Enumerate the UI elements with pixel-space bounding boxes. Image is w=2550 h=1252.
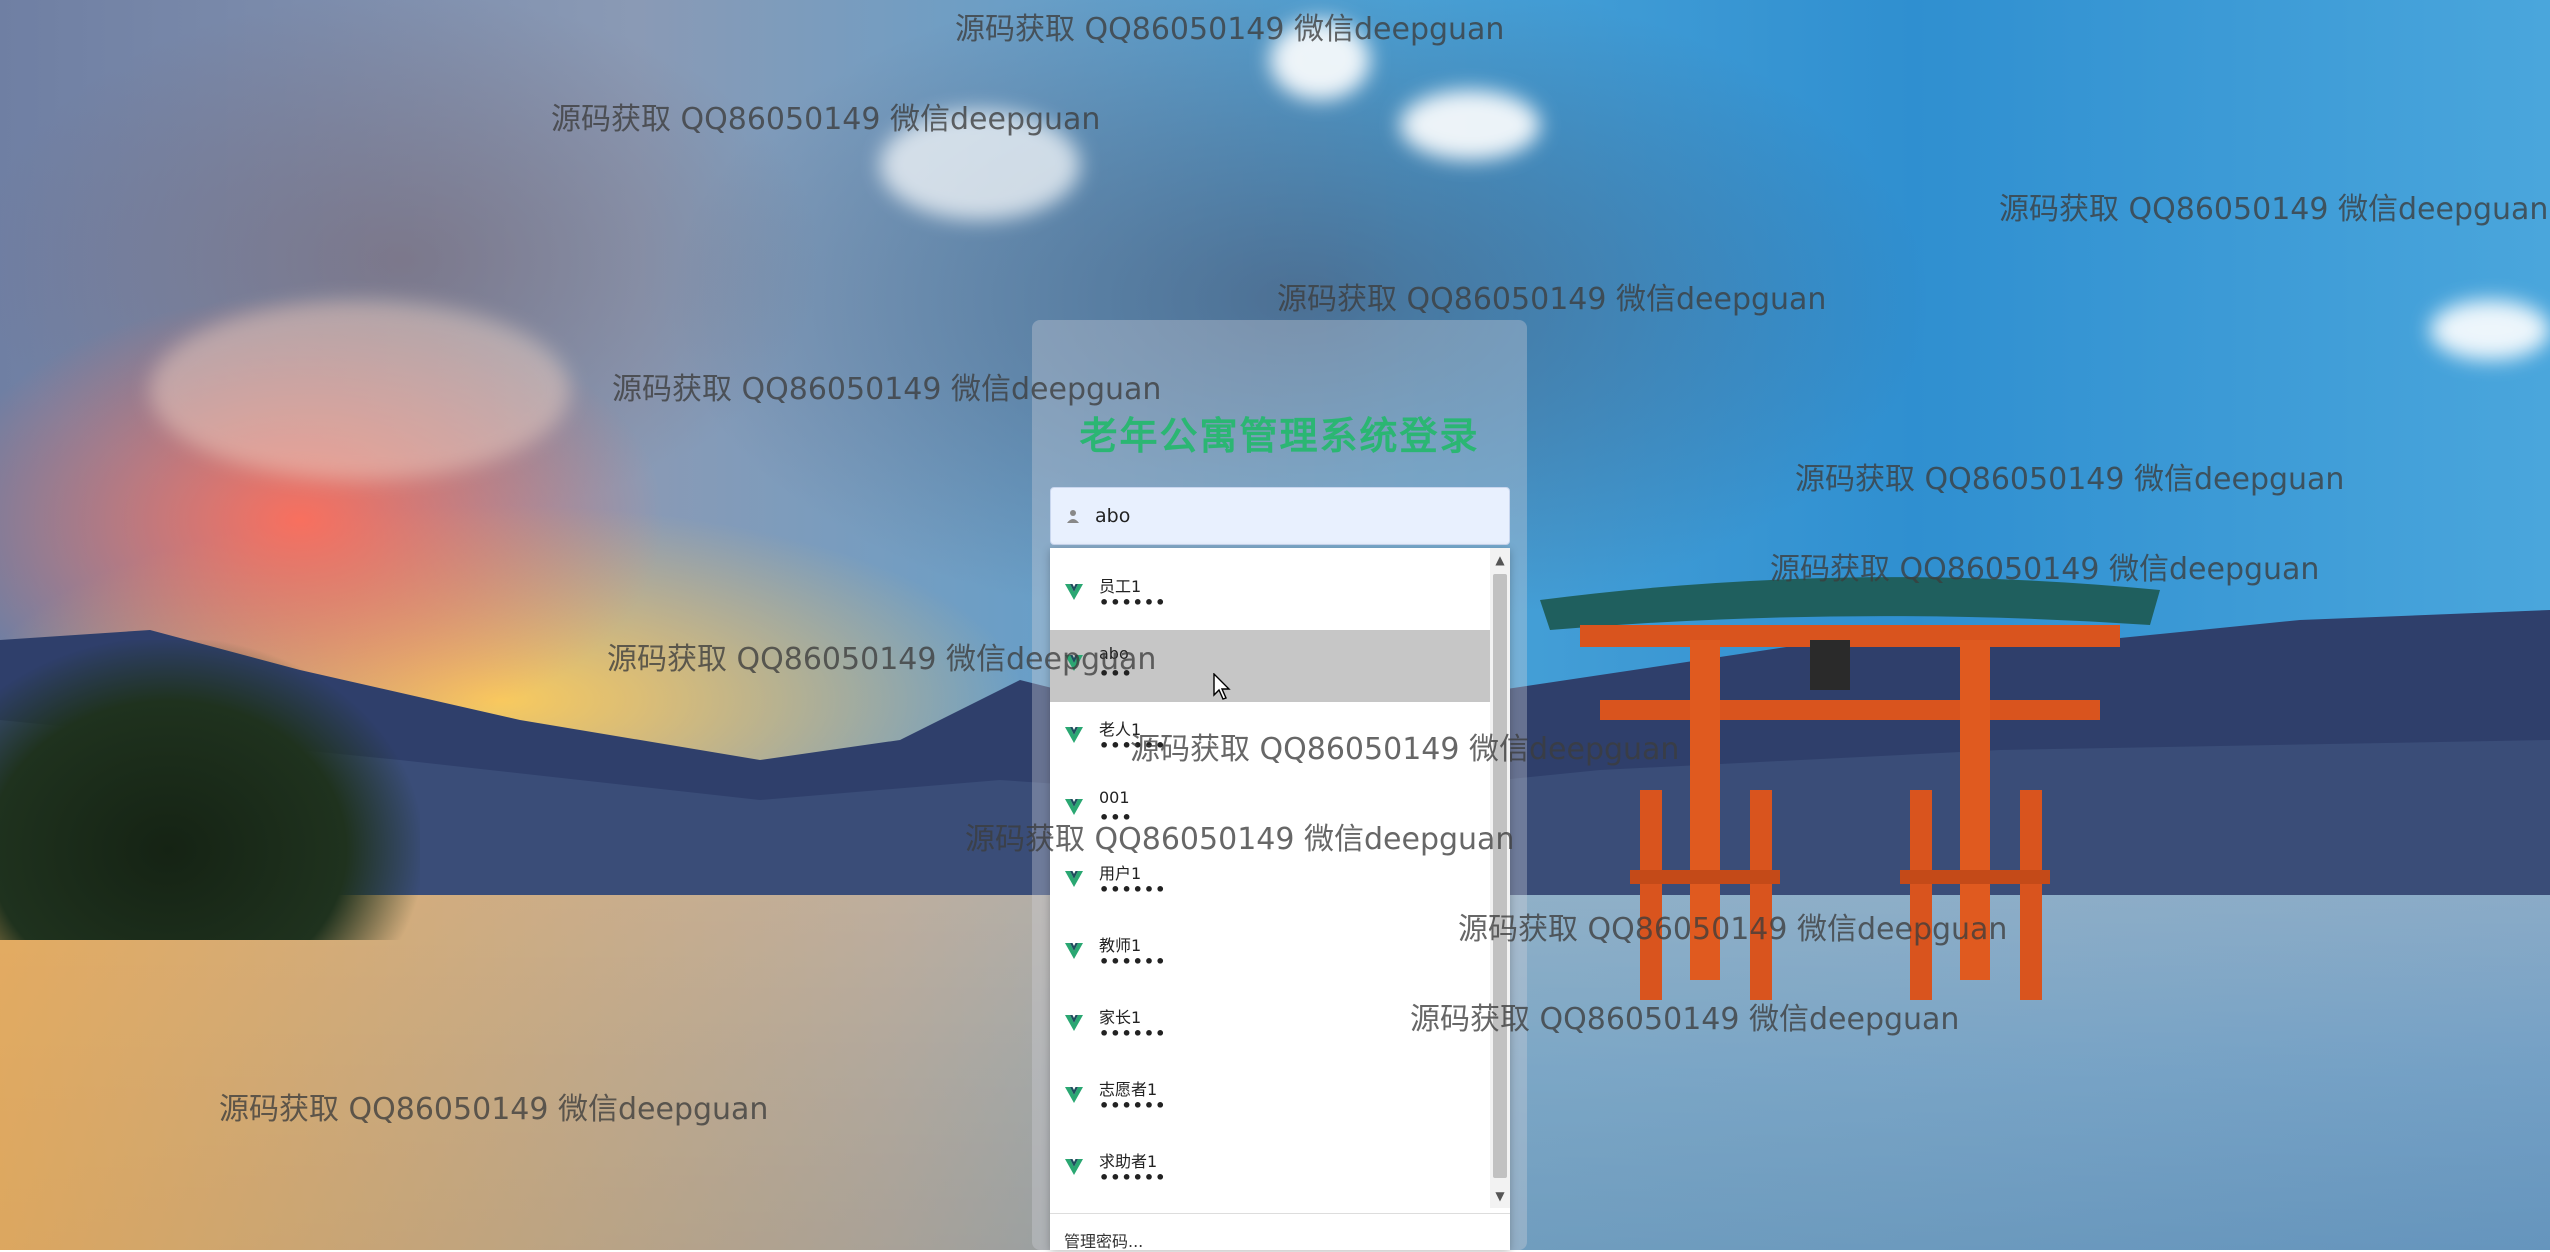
autofill-password: ••••••: [1099, 1096, 1167, 1115]
scroll-up-arrow[interactable]: ▲: [1494, 554, 1506, 566]
autofill-password: ••••••: [1099, 1168, 1167, 1187]
torii-gate: [1540, 577, 2160, 1000]
watermark: 源码获取 QQ86050149 微信deepguan: [955, 12, 1505, 47]
trees: [0, 640, 420, 940]
key-icon: [1065, 943, 1083, 959]
username-field[interactable]: [1050, 487, 1510, 545]
key-icon: [1065, 584, 1083, 600]
autofill-password: ••••••: [1099, 593, 1167, 612]
scroll-thumb[interactable]: [1493, 574, 1507, 1178]
cloud: [2430, 300, 2550, 360]
key-icon: [1065, 727, 1083, 743]
mouse-cursor-icon: [1213, 673, 1231, 700]
watermark: 源码获取 QQ86050149 微信deepguan: [1130, 732, 1680, 767]
autofill-item[interactable]: 员工1 ••••••: [1050, 559, 1490, 631]
autofill-item[interactable]: 教师1 ••••••: [1050, 918, 1490, 990]
cloud: [150, 300, 570, 480]
page-title: 老年公寓管理系统登录: [1079, 414, 1480, 458]
key-icon: [1065, 1015, 1083, 1031]
watermark: 源码获取 QQ86050149 微信deepguan: [612, 372, 1162, 407]
cloud: [1400, 90, 1540, 160]
user-icon: [1063, 506, 1083, 526]
autofill-password: ••••••: [1099, 1024, 1167, 1043]
key-icon: [1065, 1159, 1083, 1175]
watermark: 源码获取 QQ86050149 微信deepguan: [219, 1092, 769, 1127]
watermark: 源码获取 QQ86050149 微信deepguan: [607, 642, 1157, 677]
watermark: 源码获取 QQ86050149 微信deepguan: [1410, 1002, 1960, 1037]
watermark: 源码获取 QQ86050149 微信deepguan: [1277, 282, 1827, 317]
autofill-username: 001: [1099, 788, 1130, 807]
watermark: 源码获取 QQ86050149 微信deepguan: [1795, 462, 2345, 497]
manage-passwords-label: 管理密码...: [1064, 1232, 1144, 1251]
autofill-password: ••••••: [1099, 880, 1167, 899]
key-icon: [1065, 1087, 1083, 1103]
watermark: 源码获取 QQ86050149 微信deepguan: [1999, 192, 2549, 227]
manage-passwords-item[interactable]: 管理密码...: [1050, 1213, 1510, 1251]
watermark: 源码获取 QQ86050149 微信deepguan: [965, 822, 1515, 857]
autofill-password: ••••••: [1099, 952, 1167, 971]
watermark: 源码获取 QQ86050149 微信deepguan: [1770, 552, 2320, 587]
watermark: 源码获取 QQ86050149 微信deepguan: [551, 102, 1101, 137]
key-icon: [1065, 871, 1083, 887]
watermark: 源码获取 QQ86050149 微信deepguan: [1458, 912, 2008, 947]
scroll-down-arrow[interactable]: ▼: [1494, 1190, 1506, 1202]
autofill-item[interactable]: 志愿者1 ••••••: [1050, 1062, 1490, 1134]
username-input[interactable]: [1093, 504, 1497, 528]
scrollbar[interactable]: ▲ ▼: [1490, 548, 1510, 1208]
autofill-item[interactable]: 求助者1 ••••••: [1050, 1134, 1490, 1206]
